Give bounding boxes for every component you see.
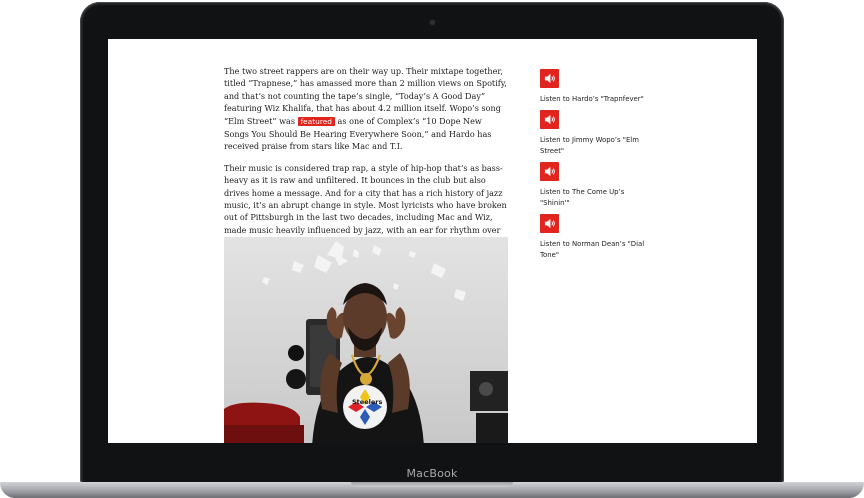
listen-link-norman-dean[interactable]: Listen to Norman Dean’s "Dial Tone" — [540, 239, 650, 262]
sidebar-item-hardo: Listen to Hardo’s "Trapnfever" — [540, 69, 650, 106]
sidebar-item-jimmy-wopo: Listen to Jimmy Wopo’s "Elm Street" — [540, 109, 650, 158]
laptop-lid: The two street rappers are on their way … — [80, 2, 784, 485]
featured-link[interactable]: featured — [297, 116, 335, 126]
play-button-norman-dean[interactable] — [540, 213, 559, 233]
listen-link-jimmy-wopo[interactable]: Listen to Jimmy Wopo’s "Elm Street" — [540, 135, 650, 158]
speaker-icon — [544, 166, 555, 176]
sidebar-item-norman-dean: Listen to Norman Dean’s "Dial Tone" — [540, 213, 650, 262]
article-paragraph-1: The two street rappers are on their way … — [224, 65, 507, 153]
article-photo: Steelers — [224, 237, 508, 443]
speaker-icon — [544, 73, 555, 84]
play-button-jimmy-wopo[interactable] — [540, 109, 559, 129]
listen-link-come-up[interactable]: Listen to The Come Up’s "Shinin'" — [540, 187, 650, 210]
rapper-photo-illustration: Steelers — [224, 237, 508, 443]
steelers-shirt-text: Steelers — [352, 398, 382, 406]
speaker-icon — [544, 218, 555, 228]
audio-sidebar: Listen to Hardo’s "Trapnfever" Listen to… — [540, 69, 650, 266]
sidebar-item-come-up: Listen to The Come Up’s "Shinin'" — [540, 161, 650, 210]
speaker-icon — [544, 114, 555, 124]
device-brand-label: MacBook — [406, 466, 458, 480]
play-button-come-up[interactable] — [540, 161, 559, 181]
camera-icon — [430, 20, 435, 25]
play-button-hardo[interactable] — [540, 69, 559, 88]
listen-link-hardo[interactable]: Listen to Hardo’s "Trapnfever" — [540, 94, 650, 106]
screen: The two street rappers are on their way … — [108, 39, 757, 443]
laptop-notch — [351, 482, 513, 487]
